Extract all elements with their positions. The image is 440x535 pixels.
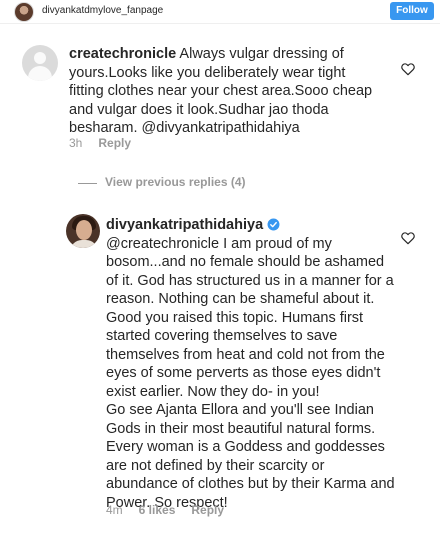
reply-button[interactable]: Reply — [98, 136, 131, 150]
reply-button[interactable]: Reply — [191, 503, 224, 517]
view-replies-label[interactable]: View previous replies (4) — [105, 175, 246, 189]
verified-badge-icon — [267, 218, 280, 231]
comment-meta: 3h Reply — [69, 136, 147, 150]
heart-icon[interactable] — [400, 230, 416, 246]
default-avatar-icon[interactable] — [22, 45, 58, 81]
header-username[interactable]: divyankatdmylove_fanpage — [42, 5, 163, 16]
reply-time: 4m — [106, 503, 123, 517]
reply-avatar[interactable] — [66, 214, 100, 248]
post-header: divyankatdmylove_fanpage Follow — [0, 0, 440, 24]
reply-body-paragraph-1: @createchronicle I am proud of my bosom.… — [106, 235, 394, 400]
reply-body-paragraph-2: Go see Ajanta Ellora and you'll see Indi… — [106, 402, 395, 511]
replies-divider — [78, 183, 97, 184]
reply-meta: 4m 6 likes Reply — [106, 503, 240, 517]
heart-icon[interactable] — [400, 61, 416, 77]
reply-likes[interactable]: 6 likes — [139, 503, 176, 517]
comment-text: createchronicle Always vulgar dressing o… — [69, 45, 375, 138]
reply-text: divyankatripathidahiya @createchronicle … — [106, 216, 396, 512]
comment-time: 3h — [69, 136, 83, 150]
reply-username[interactable]: divyankatripathidahiya — [106, 217, 263, 233]
comment-username[interactable]: createchronicle — [69, 46, 176, 62]
follow-button[interactable]: Follow — [390, 2, 434, 20]
header-avatar[interactable] — [14, 2, 34, 22]
